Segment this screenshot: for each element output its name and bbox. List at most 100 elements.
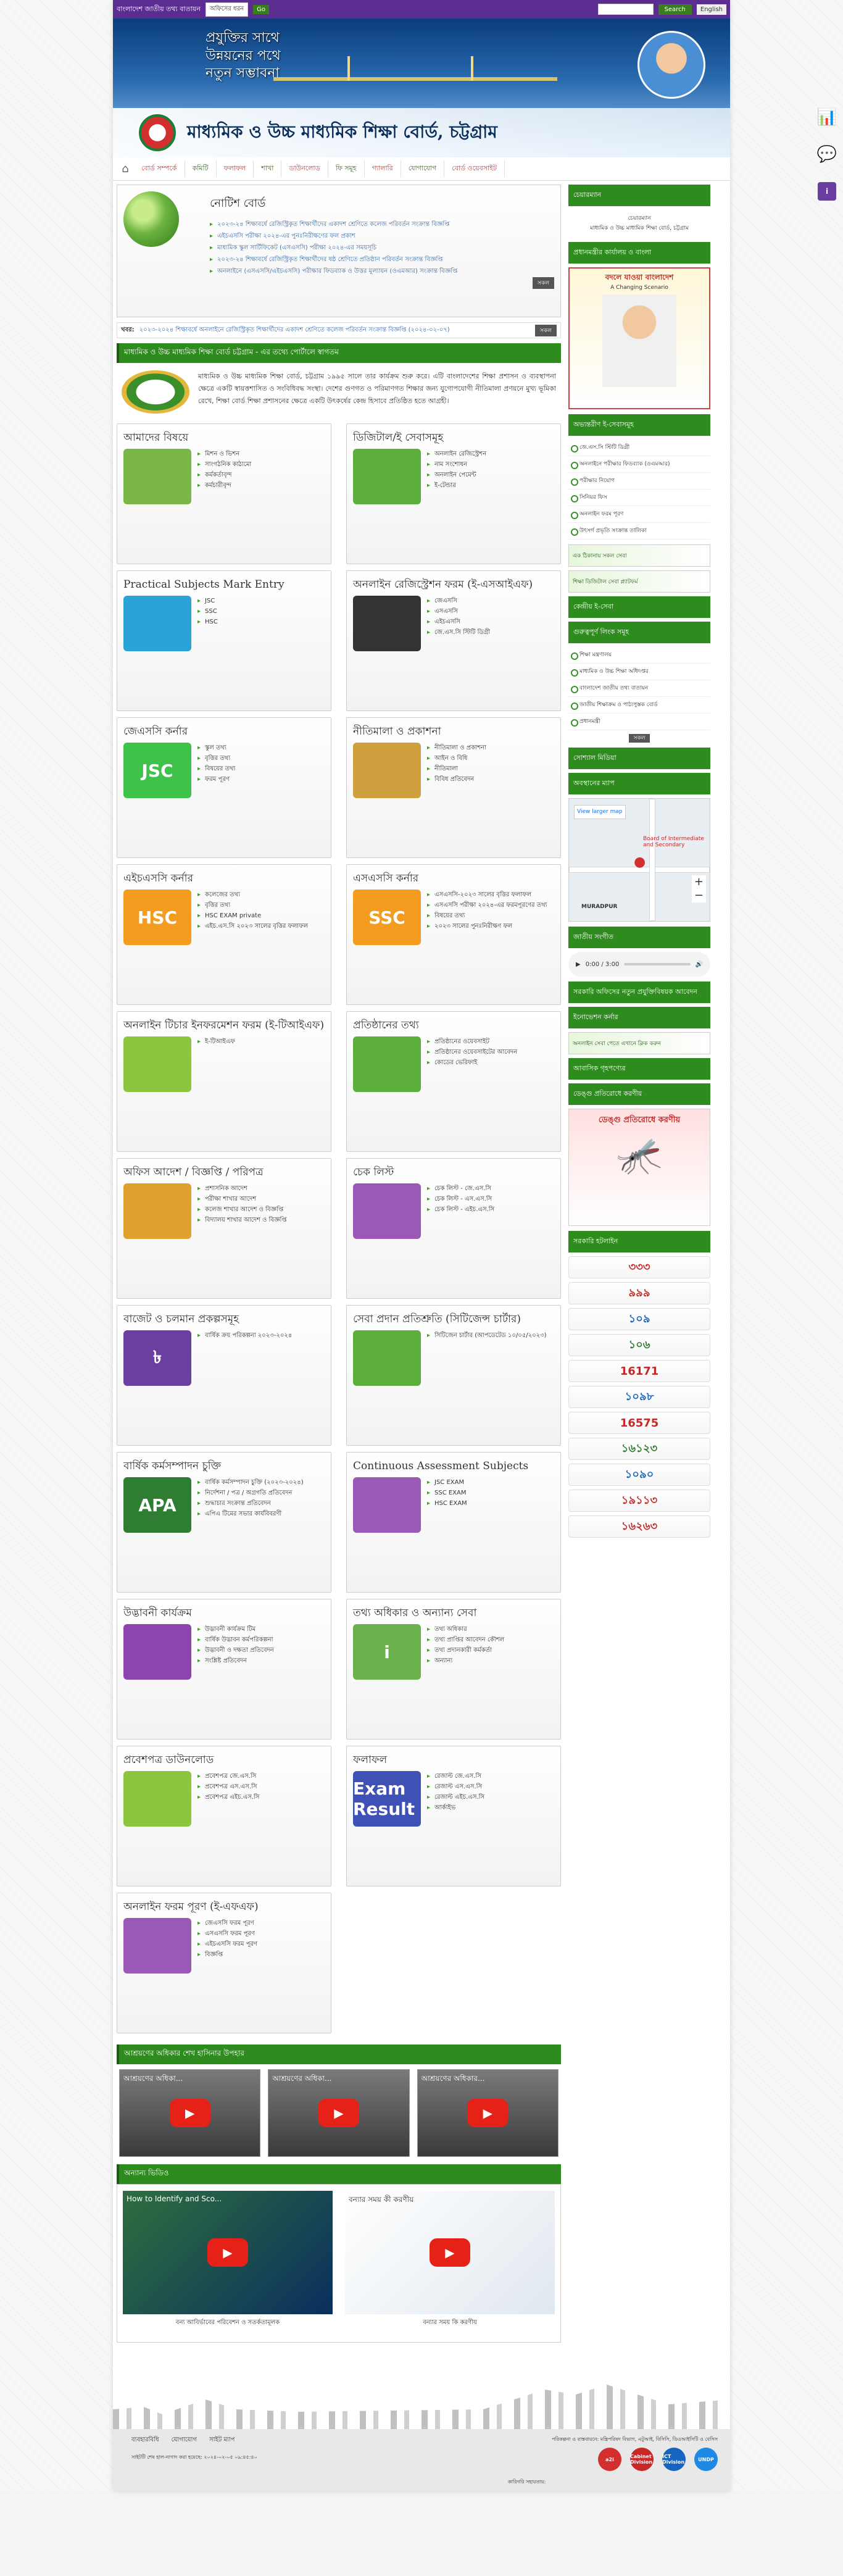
tile-link[interactable]: প্রবেশপত্র এইচ.এস.সি	[197, 1792, 260, 1803]
tile-link[interactable]: নীতিমালা ও প্রকাশনা	[427, 743, 486, 753]
important-link[interactable]: বাংলাদেশ জাতীয় তথ্য বাতায়ন	[568, 680, 710, 697]
tile-title[interactable]: প্রতিষ্ঠানের তথ্য	[353, 1018, 554, 1033]
tile-link[interactable]: আইন ও বিধি	[427, 753, 486, 764]
tile-link[interactable]: ই-টিআইএফ	[197, 1036, 235, 1047]
tile-title[interactable]: জেএসসি কর্নার	[123, 724, 325, 739]
tile-link[interactable]: নাম সংশোধন	[427, 459, 486, 470]
tile-title[interactable]: চেক লিস্ট	[353, 1165, 554, 1180]
tile-title[interactable]: এইচএসসি কর্নার	[123, 871, 325, 886]
play-icon[interactable]: ▶	[430, 2238, 470, 2267]
tile-title[interactable]: অনলাইন ফরম পূরণ (ই-এফএফ)	[123, 1899, 325, 1914]
tile-link[interactable]: সাংগঠনিক কাঠামো	[197, 459, 251, 470]
tile-link[interactable]: এইচ.এস.সি ২০২৩ সালের বৃত্তির ফলাফল	[197, 921, 308, 932]
audio-progress[interactable]	[624, 963, 691, 965]
tile-link[interactable]: রেজাল্ট জে.এস.সি	[427, 1771, 484, 1782]
tile-title[interactable]: আমাদের বিষয়ে	[123, 430, 325, 445]
location-map[interactable]: View larger map Board of Intermediate an…	[568, 798, 710, 922]
tile-title[interactable]: তথ্য অধিকার ও অন্যান্য সেবা	[353, 1606, 554, 1620]
tile-link[interactable]: জেএসসি ফরম পূরণ	[197, 1918, 257, 1928]
tile-link[interactable]: এইচএসসি	[427, 617, 490, 627]
tile-link[interactable]: চেক লিস্ট - এস.এস.সি	[427, 1194, 494, 1204]
important-link[interactable]: প্রধানমন্ত্রী	[568, 714, 710, 730]
tile-link[interactable]: প্রবেশপত্র জে.এস.সি	[197, 1771, 260, 1782]
tile-link[interactable]: এইচএসসি ফরম পূরণ	[197, 1939, 257, 1949]
tile-link[interactable]: জে.এস.সি স্টিটি ডিগ্রী	[427, 627, 490, 638]
tile-link[interactable]: শুদ্ধাচার সংক্রান্ত প্রতিবেদন	[197, 1498, 304, 1509]
notice-item[interactable]: অনলাইনে (এসএসসি/এইচএসসি) পরীক্ষার ফিডব্য…	[210, 265, 518, 277]
tile-link[interactable]: জেএসসি	[427, 596, 490, 606]
tile-link[interactable]: তথ্য প্রদানকারী কর্মকর্তা	[427, 1645, 504, 1656]
hotline-banner[interactable]: ১৯১১৩	[568, 1490, 710, 1512]
service-banner-b[interactable]: শিক্ষা ডিজিটাল সেবা প্ল্যাটফর্ম	[568, 570, 710, 593]
tile-title[interactable]: উদ্ভাবনী কার্যক্রম	[123, 1606, 325, 1620]
tile-link[interactable]: JSC EXAM	[427, 1477, 467, 1488]
play-icon[interactable]: ▶	[467, 2099, 509, 2127]
video-player[interactable]: বন্যার সময় কী করণীয় ▶	[345, 2191, 555, 2314]
tile-link[interactable]: উদ্ভাবনী কার্যক্রম টিম	[197, 1624, 274, 1635]
service-link[interactable]: অনলাইন ফরম পূরণ	[568, 506, 710, 523]
hotline-banner[interactable]: ১০৯	[568, 1308, 710, 1330]
tile-link[interactable]: রেজাল্ট এস.এস.সি	[427, 1782, 484, 1792]
ticker-all-button[interactable]: সকল	[535, 324, 557, 336]
poll-widget[interactable]: 📊	[816, 108, 838, 127]
menu-item[interactable]: কমিটি	[185, 160, 217, 177]
go-button[interactable]: Go	[253, 4, 270, 14]
hotline-banner[interactable]: ১০৯০	[568, 1464, 710, 1486]
menu-item[interactable]: বোর্ড সম্পর্কে	[134, 160, 185, 177]
video-player[interactable]: How to Identify and Sco... ▶	[123, 2191, 333, 2314]
hotline-banner[interactable]: ১৬১২৩	[568, 1438, 710, 1460]
tile-link[interactable]: আর্কাইভ	[427, 1803, 484, 1813]
tile-link[interactable]: সংশ্লিষ্ট প্রতিবেদন	[197, 1656, 274, 1666]
tile-link[interactable]: উদ্ভাবনী ও দক্ষতা প্রতিবেদন	[197, 1645, 274, 1656]
tile-link[interactable]: প্রশাসনিক আদেশ	[197, 1183, 287, 1194]
office-type-select[interactable]: অফিসের ধরন	[205, 2, 249, 17]
tile-link[interactable]: চেক লিস্ট - এইচ.এস.সি	[427, 1204, 494, 1215]
tile-title[interactable]: Continuous Assessment Subjects	[353, 1459, 554, 1473]
tile-link[interactable]: বিষয়ের তথ্য	[427, 911, 547, 921]
notice-more-button[interactable]: সকল	[533, 277, 554, 289]
tile-link[interactable]: তথ্য প্রাপ্তির আবেদন কৌশল	[427, 1635, 504, 1645]
important-link[interactable]: শিক্ষা মন্ত্রণালয়	[568, 647, 710, 664]
tile-link[interactable]: বৃত্তির তথ্য	[197, 753, 235, 764]
dengue-poster[interactable]: ডেঙ্গু প্রতিরোধে করণীয় 🦟	[568, 1109, 710, 1226]
menu-item[interactable]: ফলাফল	[217, 160, 254, 177]
tile-link[interactable]: বিজ্ঞপ্তি	[197, 1949, 257, 1960]
play-icon[interactable]: ▶	[207, 2238, 248, 2267]
home-icon[interactable]: ⌂	[117, 162, 134, 177]
menu-item[interactable]: যোগাযোগ	[401, 160, 445, 177]
tile-link[interactable]: বৃত্তির তথ্য	[197, 900, 308, 911]
service-link[interactable]: পরীক্ষার নিয়োগ	[568, 473, 710, 490]
video-thumbnail[interactable]: আশ্রয়ণের অধিকার... ▶	[417, 2069, 559, 2157]
service-link[interactable]: জে.এস.সি স্টিটি ডিগ্রী	[568, 440, 710, 456]
tile-link[interactable]: নির্দেশনা / পত্র / অগ্রগতি প্রতিবেদন	[197, 1488, 304, 1498]
menu-item[interactable]: ডাউনলোড	[281, 160, 328, 177]
tile-link[interactable]: মিশন ও ভিশন	[197, 449, 251, 459]
tile-link[interactable]: বার্ষিক কর্মসম্পাদন চুক্তি (২০২৩-২০২৪)	[197, 1477, 304, 1488]
tile-link[interactable]: তথ্য অধিকার	[427, 1624, 504, 1635]
anthem-player[interactable]: ▶ 0:00 / 3:00 🔊	[568, 952, 710, 977]
tile-link[interactable]: এসএসসি	[427, 606, 490, 617]
tile-title[interactable]: সেবা প্রদান প্রতিশ্রুতি (সিটিজেন্স চার্ট…	[353, 1312, 554, 1327]
hotline-banner[interactable]: ৯৯৯	[568, 1282, 710, 1304]
hotline-banner[interactable]: 16171	[568, 1360, 710, 1382]
tile-link[interactable]: ই-টেন্ডার	[427, 480, 486, 491]
play-icon[interactable]: ▶	[318, 2099, 359, 2127]
tile-title[interactable]: ডিজিটাল/ই সেবাসমূহ	[353, 430, 554, 445]
footer-link[interactable]: সাইট ম্যাপ	[209, 2435, 235, 2446]
tile-link[interactable]: এসএসসি ফরম পূরণ	[197, 1928, 257, 1939]
hotline-banner[interactable]: ১৬২৬৩	[568, 1515, 710, 1538]
tile-link[interactable]: ২০২৩ সালের পুনঃনিরীক্ষণ ফল	[427, 921, 547, 932]
tile-link[interactable]: কলেজ শাখার আদেশ ও বিজ্ঞপ্তি	[197, 1204, 287, 1215]
tile-link[interactable]: বিদ্যালয় শাখার আদেশ ও বিজ্ঞপ্তি	[197, 1215, 287, 1225]
tile-link[interactable]: রেজাল্ট এইচ.এস.সি	[427, 1792, 484, 1803]
board-logo[interactable]	[138, 113, 177, 152]
tile-link[interactable]: বিষয়ের তথ্য	[197, 764, 235, 774]
partner-logo[interactable]: ICT Division	[662, 2448, 686, 2471]
tile-link[interactable]: পরীক্ষা শাখার আদেশ	[197, 1194, 287, 1204]
online-service-banner[interactable]: অনলাইন সেবা পেতে এখানে ক্লিক করুন	[568, 1032, 710, 1054]
view-larger-map-link[interactable]: View larger map	[577, 808, 623, 816]
tile-link[interactable]: অন্যান্য	[427, 1656, 504, 1666]
tile-link[interactable]: কর্মচারীবৃন্দ	[197, 480, 251, 491]
tile-link[interactable]: JSC	[197, 596, 218, 606]
volume-icon[interactable]: 🔊	[696, 961, 703, 968]
